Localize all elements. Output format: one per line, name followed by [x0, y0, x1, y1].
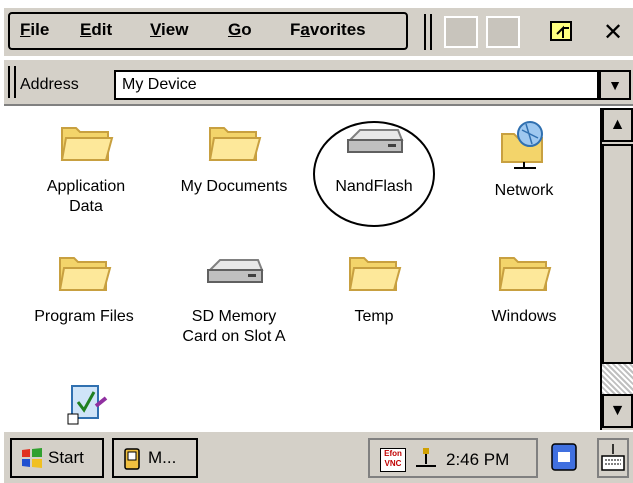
- scroll-up-button[interactable]: ▲: [602, 108, 633, 142]
- up-folder-button[interactable]: [546, 16, 580, 48]
- close-button[interactable]: ✕: [595, 16, 631, 50]
- desktop-switch-icon[interactable]: [550, 442, 578, 472]
- menu-bar: File Edit View Go Favorites ✕: [4, 6, 633, 56]
- list-item[interactable]: Program Files: [14, 248, 154, 327]
- folder-icon: [348, 257, 402, 291]
- list-item[interactable]: My Documents: [164, 118, 304, 197]
- address-bar: Address My Device ▼: [4, 60, 633, 106]
- item-label: Program Files: [34, 308, 134, 325]
- up-folder-icon: [550, 21, 572, 41]
- folder-icon: [208, 127, 262, 161]
- windows-flag-icon: [22, 448, 42, 468]
- item-label: SD Memory Card on Slot A: [182, 308, 286, 345]
- item-label: NandFlash: [335, 178, 413, 195]
- list-item[interactable]: Network: [454, 118, 594, 201]
- item-label: Windows: [491, 308, 557, 325]
- system-tray: Efon VNC 2:46 PM: [368, 438, 538, 478]
- keyboard-button[interactable]: [597, 438, 629, 478]
- list-item[interactable]: [14, 380, 154, 430]
- drive-icon: [207, 259, 264, 283]
- control-panel-icon: [67, 385, 108, 425]
- menu-group: File Edit View Go Favorites: [8, 12, 408, 50]
- drive-icon: [347, 129, 404, 153]
- toolbar-button-back[interactable]: [444, 16, 478, 48]
- scroll-track[interactable]: [602, 364, 633, 394]
- toolbar-grip[interactable]: [424, 14, 432, 50]
- folder-icon: [58, 257, 112, 291]
- list-item[interactable]: NandFlash: [304, 118, 444, 197]
- network-folder-icon: [501, 121, 543, 169]
- scroll-down-button[interactable]: ▼: [602, 394, 633, 428]
- item-label: Application Data: [46, 178, 126, 215]
- list-item[interactable]: SD Memory Card on Slot A: [164, 248, 304, 347]
- menu-file[interactable]: File: [20, 20, 49, 40]
- address-input[interactable]: My Device: [114, 70, 599, 100]
- start-button[interactable]: Start: [10, 438, 104, 478]
- item-label: Network: [494, 182, 554, 199]
- menu-go[interactable]: Go: [228, 20, 252, 40]
- efon-vnc-icon[interactable]: Efon VNC: [380, 448, 406, 472]
- toolbar-button-forward[interactable]: [486, 16, 520, 48]
- menu-view[interactable]: View: [150, 20, 188, 40]
- keyboard-icon: [601, 444, 625, 471]
- list-item[interactable]: Temp: [304, 248, 444, 327]
- menu-edit[interactable]: Edit: [80, 20, 112, 40]
- scroll-thumb[interactable]: [602, 144, 633, 364]
- explorer-window: File Edit View Go Favorites ✕ Address My…: [4, 0, 633, 483]
- vertical-scrollbar[interactable]: ▲ ▼: [600, 108, 633, 430]
- address-grip[interactable]: [8, 66, 16, 98]
- menu-favorites[interactable]: Favorites: [290, 20, 366, 40]
- device-icon: [124, 448, 140, 470]
- item-label: Temp: [354, 308, 394, 325]
- start-label: Start: [48, 448, 84, 467]
- taskbar: Start M... Efon VNC 2:46 PM: [4, 430, 633, 483]
- list-item[interactable]: Application Data: [16, 118, 156, 217]
- clock[interactable]: 2:46 PM: [446, 450, 509, 470]
- folder-icon: [498, 257, 552, 291]
- network-connection-icon[interactable]: [412, 446, 440, 472]
- taskbar-item-label: M...: [148, 448, 177, 467]
- folder-icon: [60, 127, 114, 161]
- list-item[interactable]: Windows: [454, 248, 594, 327]
- file-list: Application Data My Documents NandFlash: [4, 108, 600, 430]
- taskbar-item-my-device[interactable]: M...: [112, 438, 198, 478]
- address-dropdown-button[interactable]: ▼: [599, 70, 631, 100]
- address-label: Address: [20, 76, 79, 93]
- item-label: My Documents: [180, 178, 288, 195]
